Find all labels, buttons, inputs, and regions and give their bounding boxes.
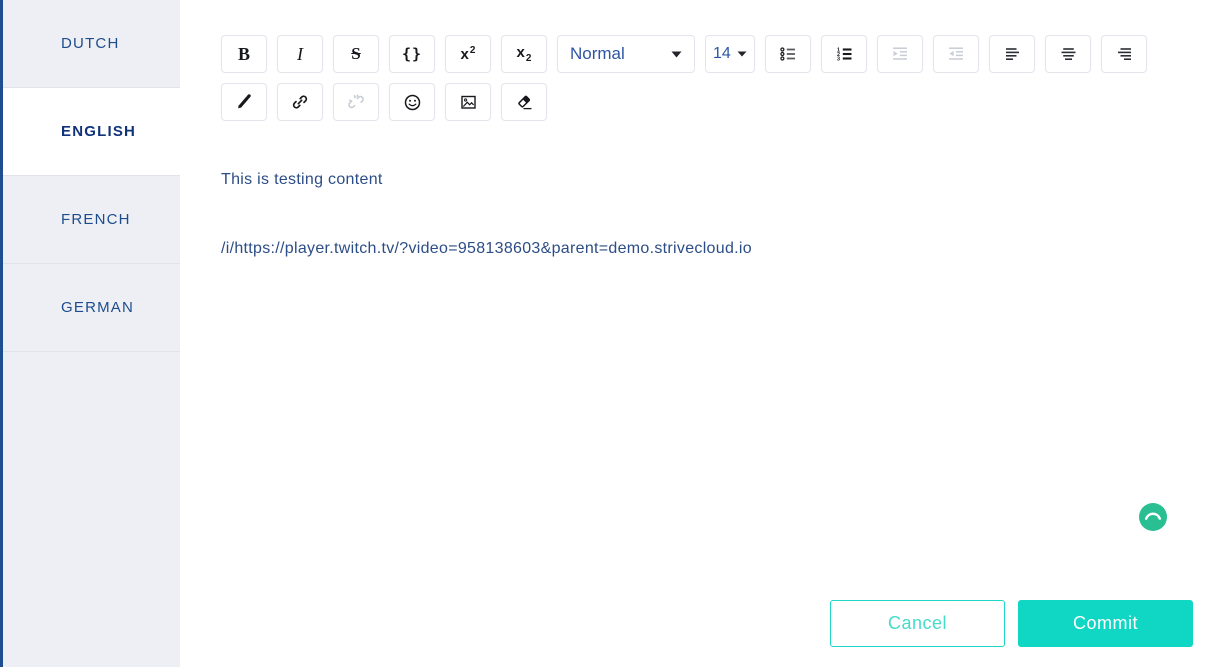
indent-increase-button[interactable] — [877, 35, 923, 73]
link-icon — [291, 93, 309, 111]
bold-button[interactable]: B — [221, 35, 267, 73]
link-button[interactable] — [277, 83, 323, 121]
tab-label-english: ENGLISH — [61, 123, 136, 140]
subscript-glyph: x2 — [517, 44, 532, 64]
code-glyph: {} — [402, 45, 422, 63]
eraser-button[interactable] — [501, 83, 547, 121]
bullet-list-icon — [779, 45, 797, 63]
font-size-dropdown[interactable]: 14 — [705, 35, 755, 73]
unlink-button[interactable] — [333, 83, 379, 121]
caret-down-icon — [671, 51, 682, 58]
bullet-list-button[interactable] — [765, 35, 811, 73]
align-left-icon — [1003, 45, 1022, 63]
editor-toolbar: B I S {} x2 x2 Normal — [221, 35, 1147, 121]
subscript-button[interactable]: x2 — [501, 35, 547, 73]
superscript-button[interactable]: x2 — [445, 35, 491, 73]
align-center-icon — [1059, 45, 1078, 63]
sidebar-tab-german[interactable]: GERMAN — [3, 264, 180, 352]
superscript-glyph: x2 — [461, 45, 476, 63]
eraser-icon — [515, 93, 534, 112]
font-size-dropdown-value: 14 — [713, 45, 731, 63]
strikethrough-button[interactable]: S — [333, 35, 379, 73]
indent-increase-icon — [891, 45, 909, 63]
format-dropdown-value: Normal — [570, 44, 625, 64]
bold-glyph: B — [238, 44, 250, 65]
unlink-icon — [347, 93, 365, 111]
sidebar-filler — [3, 352, 180, 667]
italic-glyph: I — [297, 44, 303, 65]
ordered-list-icon: 1 2 3 — [835, 45, 853, 63]
italic-button[interactable]: I — [277, 35, 323, 73]
align-left-button[interactable] — [989, 35, 1035, 73]
align-right-icon — [1115, 45, 1134, 63]
indent-decrease-icon — [947, 45, 965, 63]
sidebar-tab-french[interactable]: FRENCH — [3, 176, 180, 264]
format-dropdown[interactable]: Normal — [557, 35, 695, 73]
cancel-button[interactable]: Cancel — [830, 600, 1005, 647]
editor-line-1: This is testing content — [221, 168, 1182, 191]
toolbar-row-2 — [221, 83, 1147, 121]
commit-button[interactable]: Commit — [1018, 600, 1193, 647]
language-sidebar: DUTCH ENGLISH FRENCH GERMAN — [0, 0, 180, 667]
editor-content-area[interactable]: This is testing content /i/https://playe… — [221, 168, 1182, 260]
image-icon — [459, 93, 478, 112]
editor-panel: B I S {} x2 x2 Normal — [180, 0, 1212, 667]
emoji-smiley-icon — [403, 93, 422, 112]
svg-text:3: 3 — [837, 56, 840, 62]
text-color-pen-button[interactable] — [221, 83, 267, 121]
emoji-button[interactable] — [389, 83, 435, 121]
sidebar-tab-english[interactable]: ENGLISH — [3, 88, 180, 176]
footer-actions: Cancel Commit — [830, 600, 1193, 647]
align-right-button[interactable] — [1101, 35, 1147, 73]
tab-label-german: GERMAN — [61, 299, 134, 316]
align-center-button[interactable] — [1045, 35, 1091, 73]
code-block-button[interactable]: {} — [389, 35, 435, 73]
tab-label-dutch: DUTCH — [61, 35, 120, 52]
color-pen-icon — [235, 93, 253, 111]
sidebar-tab-dutch[interactable]: DUTCH — [3, 0, 180, 88]
caret-down-icon — [737, 51, 747, 57]
loading-spinner-icon — [1139, 503, 1167, 531]
editor-line-3 — [221, 214, 1182, 237]
indent-decrease-button[interactable] — [933, 35, 979, 73]
tab-label-french: FRENCH — [61, 211, 131, 228]
strikethrough-glyph: S — [351, 44, 360, 64]
image-button[interactable] — [445, 83, 491, 121]
editor-line-4: /i/https://player.twitch.tv/?video=95813… — [221, 237, 1182, 260]
ordered-list-button[interactable]: 1 2 3 — [821, 35, 867, 73]
editor-line-2 — [221, 191, 1182, 214]
toolbar-row-1: B I S {} x2 x2 Normal — [221, 35, 1147, 73]
